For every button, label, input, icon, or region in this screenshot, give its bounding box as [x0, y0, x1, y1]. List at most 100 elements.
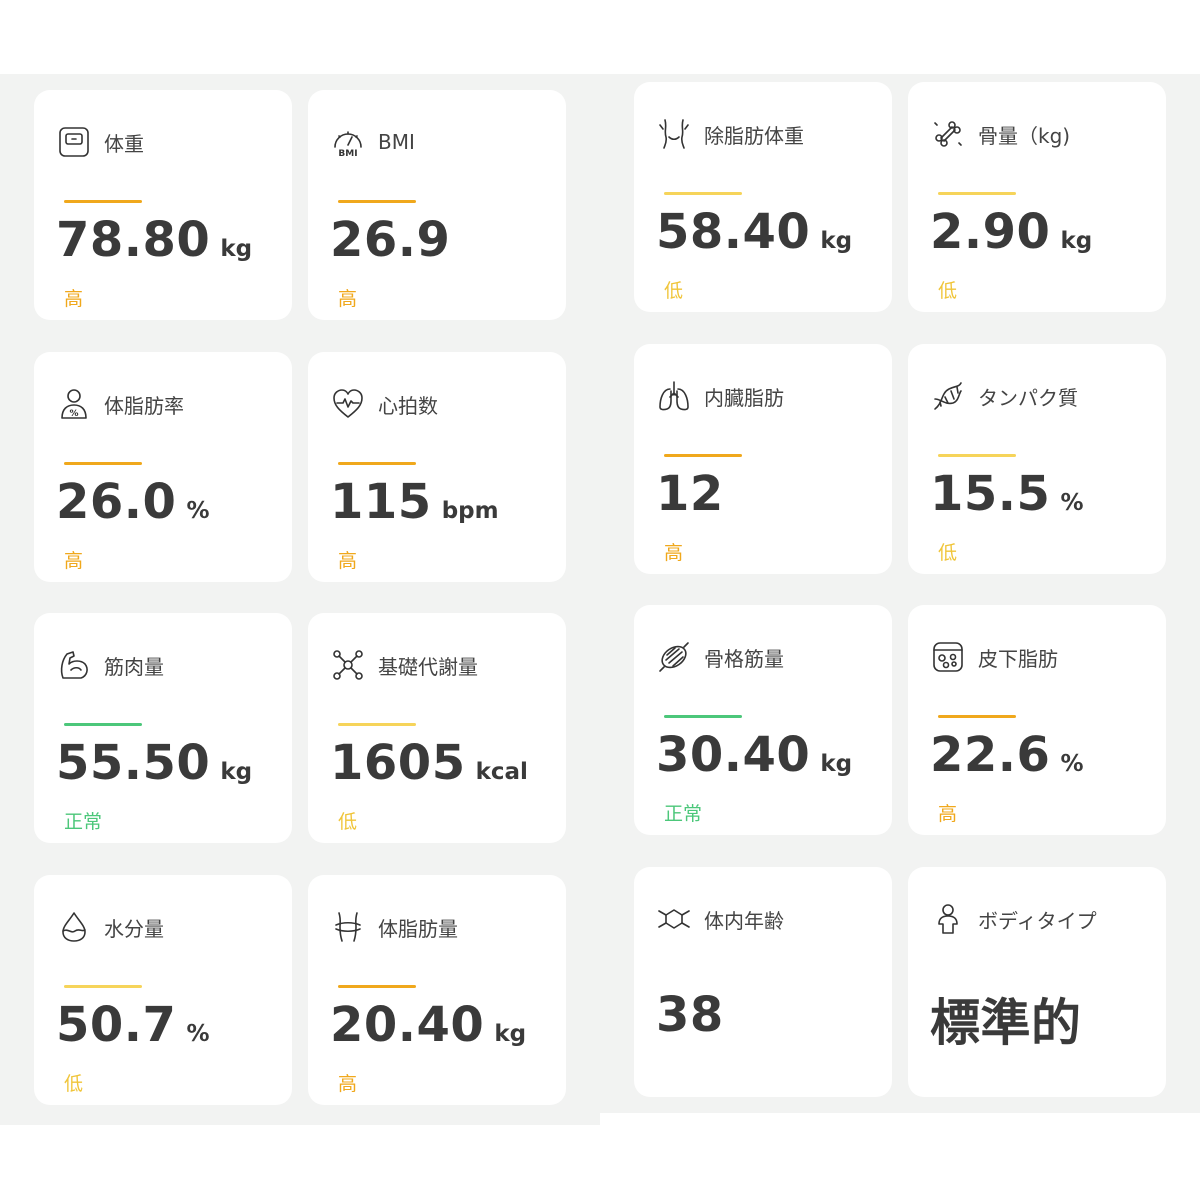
metric-label: 体脂肪量 — [378, 916, 458, 941]
metric-status-bar — [338, 462, 416, 465]
metric-card-header: 体内年齢 — [654, 899, 784, 939]
metric-status: 高 — [938, 803, 958, 825]
metric-label: 基礎代謝量 — [378, 654, 478, 679]
metric-value-row: 38 — [656, 987, 724, 1043]
metric-label: 体重 — [104, 131, 144, 156]
metric-status: 高 — [338, 1073, 358, 1095]
metric-card-bmi[interactable]: BMI BMI 26.9 高 — [308, 90, 566, 320]
metric-label: タンパク質 — [978, 385, 1078, 410]
metric-status-bar — [64, 200, 142, 203]
metric-card-subcutaneous-fat[interactable]: 皮下脂肪 22.6% 高 — [908, 605, 1166, 835]
metric-status-bar — [938, 715, 1016, 718]
metric-value-row: 30.40 kg — [656, 727, 852, 783]
metric-unit: kg — [220, 759, 253, 785]
metric-unit: % — [1060, 751, 1084, 777]
metric-value-row: 2.90 kg — [930, 204, 1092, 260]
metric-value: 22.6 — [930, 727, 1051, 783]
metric-value-row: 標準的 — [930, 983, 1082, 1055]
metric-value-row: 115 bpm — [330, 474, 499, 530]
metric-card-header: 体重 — [54, 122, 144, 162]
metric-value: 50.7 — [56, 997, 177, 1053]
metric-label: 骨量（kg) — [978, 123, 1071, 148]
metric-unit: kg — [494, 1021, 527, 1047]
person-icon — [928, 899, 968, 939]
metric-value: 2.90 — [930, 204, 1051, 260]
metric-card-header: 皮下脂肪 — [928, 637, 1058, 677]
metric-label: 内臓脂肪 — [704, 385, 784, 410]
metric-label: 心拍数 — [378, 393, 438, 418]
metric-value: 30.40 — [656, 727, 811, 783]
hexagon-body-icon — [654, 899, 694, 939]
metric-card-header: 基礎代謝量 — [328, 645, 478, 685]
metric-value: 38 — [656, 987, 724, 1043]
metric-status-bar — [64, 723, 142, 726]
metric-status-bar — [938, 454, 1016, 457]
metric-card-header: % 体脂肪率 — [54, 384, 184, 424]
metric-unit: % — [1060, 490, 1084, 516]
metric-label: 皮下脂肪 — [978, 646, 1058, 671]
scale-icon — [54, 122, 94, 162]
metric-value: 1605 — [330, 735, 466, 791]
metric-value-row: 50.7% — [56, 997, 209, 1053]
bicep-icon — [54, 645, 94, 685]
metric-card-muscle-mass[interactable]: 筋肉量 55.50 kg 正常 — [34, 613, 292, 843]
metric-status-bar — [338, 723, 416, 726]
metric-card-body-type[interactable]: ボディタイプ標準的 — [908, 867, 1166, 1097]
metric-value-row: 55.50 kg — [56, 735, 252, 791]
metric-card-water[interactable]: 水分量 50.7% 低 — [34, 875, 292, 1105]
metric-label: 水分量 — [104, 916, 164, 941]
muscle-fiber-icon — [654, 637, 694, 677]
metric-status: 高 — [338, 550, 358, 572]
metric-unit: bpm — [441, 498, 499, 524]
metric-card-bmr[interactable]: 基礎代謝量 1605 kcal 低 — [308, 613, 566, 843]
metric-value: 12 — [656, 466, 724, 522]
metric-status: 正常 — [64, 811, 103, 833]
metric-unit: kcal — [475, 759, 528, 785]
metric-status-bar — [64, 462, 142, 465]
metric-status-bar — [338, 200, 416, 203]
metric-unit: kg — [220, 236, 253, 262]
metric-unit: % — [186, 498, 210, 524]
lungs-icon — [654, 376, 694, 416]
metric-label: ボディタイプ — [978, 908, 1097, 933]
metric-value-row: 15.5% — [930, 466, 1083, 522]
bmi-icon-text: BMI — [338, 149, 357, 159]
metric-value-row: 78.80 kg — [56, 212, 252, 268]
metric-status-bar — [64, 985, 142, 988]
metric-card-heart-rate[interactable]: 心拍数 115 bpm 高 — [308, 352, 566, 582]
metric-card-header: BMI BMI — [328, 122, 415, 162]
metric-value: 78.80 — [56, 212, 211, 268]
metric-status-bar — [664, 192, 742, 195]
metric-label: 体内年齢 — [704, 908, 784, 933]
metric-value: 26.9 — [330, 212, 451, 268]
metric-value: 115 — [330, 474, 432, 530]
metric-card-skeletal-muscle[interactable]: 骨格筋量 30.40 kg 正常 — [634, 605, 892, 835]
metric-card-header: 心拍数 — [328, 384, 438, 424]
metric-card-body-fat-rate[interactable]: % 体脂肪率 26.0% 高 — [34, 352, 292, 582]
metric-card-header: 筋肉量 — [54, 645, 164, 685]
dna-icon — [928, 376, 968, 416]
metric-value: 15.5 — [930, 466, 1051, 522]
metric-card-protein[interactable]: タンパク質 15.5% 低 — [908, 344, 1166, 574]
metric-card-visceral-fat[interactable]: 内臓脂肪 12 高 — [634, 344, 892, 574]
metric-value-row: 20.40 kg — [330, 997, 526, 1053]
metric-card-lean-mass[interactable]: 除脂肪体重 58.40 kg 低 — [634, 82, 892, 312]
metric-status: 低 — [664, 280, 684, 302]
metric-card-body-fat-mass[interactable]: 体脂肪量 20.40 kg 高 — [308, 875, 566, 1105]
molecule-icon — [328, 645, 368, 685]
metric-card-weight[interactable]: 体重 78.80 kg 高 — [34, 90, 292, 320]
metric-status-bar — [338, 985, 416, 988]
waist-icon — [328, 907, 368, 947]
body-fat-icon-text: % — [69, 409, 78, 419]
metric-card-header: タンパク質 — [928, 376, 1078, 416]
metric-unit: kg — [820, 228, 853, 254]
metric-card-body-age[interactable]: 体内年齢 38 — [634, 867, 892, 1097]
metric-status-bar — [664, 715, 742, 718]
metric-unit: kg — [1060, 228, 1093, 254]
metric-label: 除脂肪体重 — [704, 123, 804, 148]
metric-status: 低 — [938, 542, 958, 564]
metric-status: 低 — [938, 280, 958, 302]
metric-status: 高 — [338, 288, 358, 310]
metric-value-row: 58.40 kg — [656, 204, 852, 260]
metric-card-bone-mass[interactable]: 骨量（kg) 2.90 kg 低 — [908, 82, 1166, 312]
